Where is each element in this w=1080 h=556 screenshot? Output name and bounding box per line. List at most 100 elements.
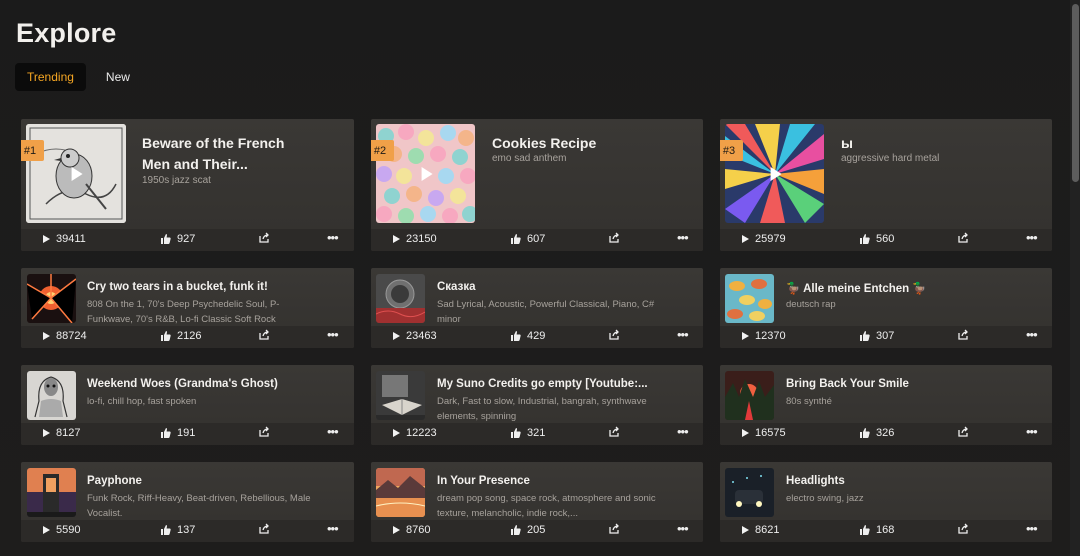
cover-art[interactable] (376, 274, 425, 323)
play-count[interactable]: 88724 (43, 330, 87, 342)
tab-new[interactable]: New (94, 63, 142, 91)
play-icon (43, 235, 50, 243)
more-options-icon[interactable]: ••• (327, 521, 339, 536)
cover-art[interactable] (725, 468, 774, 517)
cover-art[interactable] (376, 124, 475, 223)
song-title[interactable]: Bring Back Your Smile (786, 378, 1036, 390)
share-icon[interactable] (609, 232, 620, 246)
song-card[interactable]: #3 ы aggressive hard metal 25979 560 ••• (720, 119, 1052, 251)
song-card[interactable]: My Suno Credits go empty [Youtube:... Da… (371, 365, 703, 445)
play-count[interactable]: 23150 (393, 233, 437, 245)
play-count[interactable]: 8621 (742, 524, 779, 536)
like-button[interactable]: 168 (860, 524, 894, 536)
song-card[interactable]: #2 Cookies Recipe emo sad anthem 23150 6… (371, 119, 703, 251)
play-count[interactable]: 12370 (742, 330, 786, 342)
play-count[interactable]: 12223 (393, 427, 437, 439)
like-button[interactable]: 191 (161, 427, 195, 439)
song-card[interactable]: Payphone Funk Rock, Riff-Heavy, Beat-dri… (21, 462, 354, 542)
song-tags: 808 On the 1, 70's Deep Psychedelic Soul… (87, 299, 280, 325)
more-options-icon[interactable]: ••• (677, 327, 689, 342)
more-options-icon[interactable]: ••• (327, 327, 339, 342)
like-button[interactable]: 927 (161, 233, 195, 245)
thumbs-up-icon (860, 234, 870, 244)
play-count[interactable]: 5590 (43, 524, 80, 536)
song-title[interactable]: Beware of the French Men and Their... (142, 133, 312, 175)
more-options-icon[interactable]: ••• (327, 424, 339, 439)
share-icon[interactable] (958, 232, 969, 246)
share-icon[interactable] (958, 523, 969, 537)
like-button[interactable]: 307 (860, 330, 894, 342)
song-card[interactable]: Weekend Woes (Grandma's Ghost) lo-fi, ch… (21, 365, 354, 445)
song-card[interactable]: Headlights electro swing, jazz 8621 168 … (720, 462, 1052, 542)
more-options-icon[interactable]: ••• (677, 521, 689, 536)
thumbs-up-icon (860, 525, 870, 535)
like-button[interactable]: 205 (511, 524, 545, 536)
song-title[interactable]: Сказка (437, 281, 687, 293)
play-icon (421, 166, 433, 181)
song-card[interactable]: In Your Presence dream pop song, space r… (371, 462, 703, 542)
like-button[interactable]: 321 (511, 427, 545, 439)
share-icon[interactable] (609, 426, 620, 440)
song-title[interactable]: My Suno Credits go empty [Youtube:... (437, 378, 687, 390)
cover-art[interactable] (26, 124, 126, 223)
song-title[interactable]: Cry two tears in a bucket, funk it! (87, 281, 337, 293)
cover-art[interactable] (725, 124, 824, 223)
share-icon[interactable] (958, 426, 969, 440)
song-title[interactable]: Headlights (786, 475, 1036, 487)
song-title[interactable]: In Your Presence (437, 475, 687, 487)
song-title[interactable]: Weekend Woes (Grandma's Ghost) (87, 378, 337, 390)
cover-art[interactable] (725, 274, 774, 323)
song-tags: lo-fi, chill hop, fast spoken (87, 396, 197, 407)
share-icon[interactable] (259, 232, 270, 246)
song-title[interactable]: Cookies Recipe (492, 133, 662, 154)
tab-trending[interactable]: Trending (15, 63, 86, 91)
share-icon[interactable] (609, 329, 620, 343)
like-button[interactable]: 429 (511, 330, 545, 342)
cover-art[interactable] (376, 371, 425, 420)
play-icon (742, 429, 749, 437)
share-icon[interactable] (259, 329, 270, 343)
song-card[interactable]: #1 Beware of the French Men and Their...… (21, 119, 354, 251)
more-options-icon[interactable]: ••• (1026, 424, 1038, 439)
play-count[interactable]: 8127 (43, 427, 80, 439)
share-icon[interactable] (609, 523, 620, 537)
share-icon[interactable] (259, 523, 270, 537)
like-button[interactable]: 137 (161, 524, 195, 536)
song-title[interactable]: Payphone (87, 475, 337, 487)
like-button[interactable]: 607 (511, 233, 545, 245)
cover-art[interactable] (27, 274, 76, 323)
cover-art[interactable] (725, 371, 774, 420)
like-button[interactable]: 326 (860, 427, 894, 439)
song-card[interactable]: Cry two tears in a bucket, funk it! 808 … (21, 268, 354, 348)
play-count[interactable]: 25979 (742, 233, 786, 245)
like-button[interactable]: 2126 (161, 330, 201, 342)
card-actions: 25979 560 ••• (720, 229, 1052, 251)
play-icon (43, 526, 50, 534)
play-count[interactable]: 23463 (393, 330, 437, 342)
more-options-icon[interactable]: ••• (1026, 521, 1038, 536)
play-count[interactable]: 39411 (43, 233, 86, 245)
play-icon (393, 526, 400, 534)
like-button[interactable]: 560 (860, 233, 894, 245)
more-options-icon[interactable]: ••• (1026, 230, 1038, 245)
song-card[interactable]: Bring Back Your Smile 80s synthé 16575 3… (720, 365, 1052, 445)
more-options-icon[interactable]: ••• (1026, 327, 1038, 342)
share-icon[interactable] (958, 329, 969, 343)
scrollbar-thumb[interactable] (1072, 4, 1079, 182)
share-icon[interactable] (259, 426, 270, 440)
scrollbar[interactable] (1070, 0, 1080, 556)
play-count[interactable]: 16575 (742, 427, 786, 439)
song-title[interactable]: 🦆 Alle meine Entchen 🦆 (786, 281, 1036, 295)
play-icon (393, 332, 400, 340)
cover-art[interactable] (27, 468, 76, 517)
song-title[interactable]: ы (841, 133, 1011, 154)
more-options-icon[interactable]: ••• (677, 424, 689, 439)
song-card[interactable]: Сказка Sad Lyrical, Acoustic, Powerful C… (371, 268, 703, 348)
more-options-icon[interactable]: ••• (677, 230, 689, 245)
play-count[interactable]: 8760 (393, 524, 430, 536)
cover-art[interactable] (376, 468, 425, 517)
song-card[interactable]: 🦆 Alle meine Entchen 🦆 deutsch rap 12370… (720, 268, 1052, 348)
more-options-icon[interactable]: ••• (327, 230, 339, 245)
cover-art[interactable] (27, 371, 76, 420)
rank-badge: #2 (371, 140, 394, 161)
